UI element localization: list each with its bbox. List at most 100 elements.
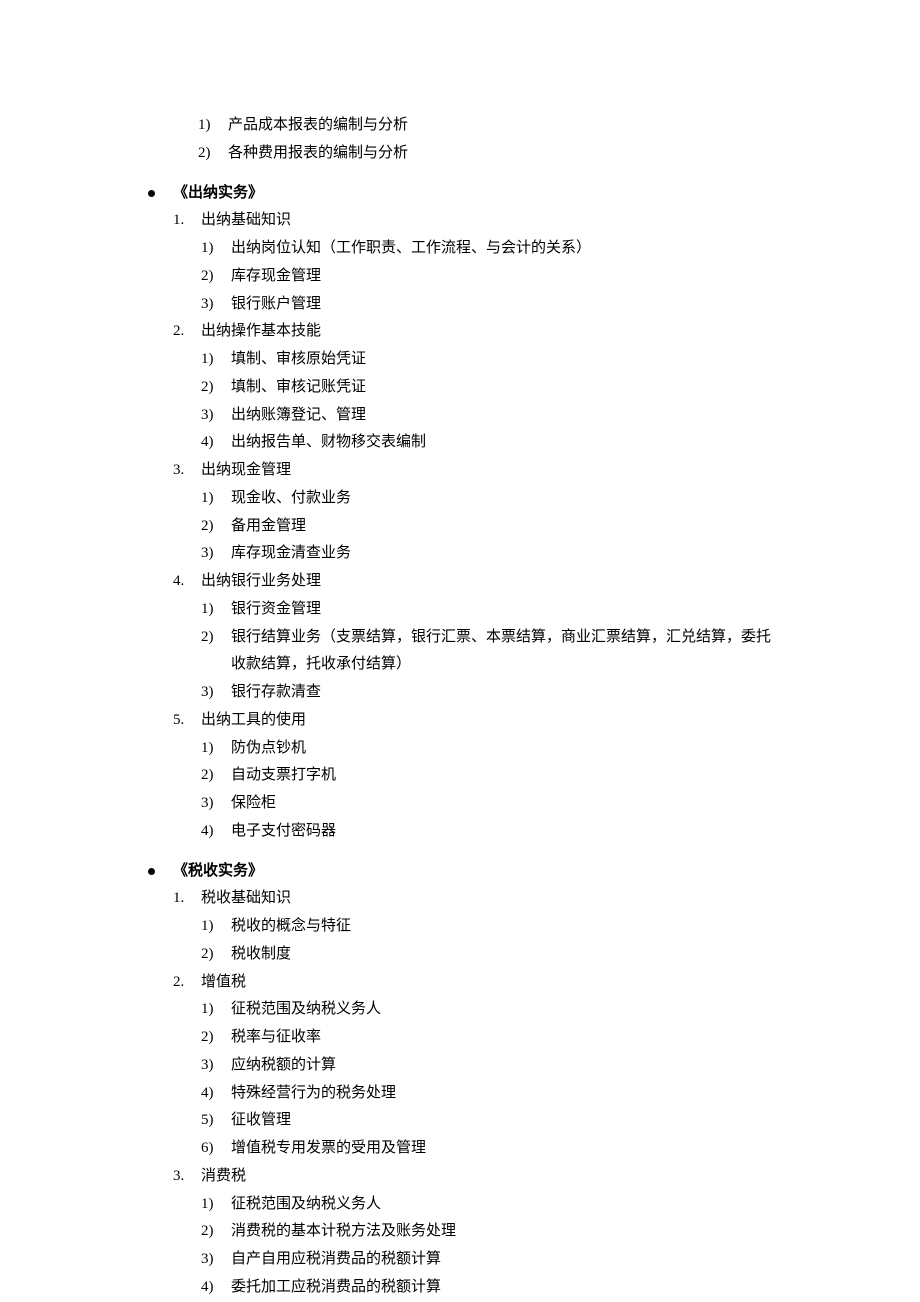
- l2-text: 征收管理: [231, 1107, 775, 1135]
- l2-text: 填制、审核原始凭证: [231, 346, 775, 374]
- l1-item: 1.税收基础知识: [173, 885, 775, 913]
- l2-num: 2): [201, 374, 231, 402]
- l2-item: 3)出纳账簿登记、管理: [201, 402, 775, 430]
- l1-item: 4.出纳银行业务处理: [173, 568, 775, 596]
- l1-text: 增值税: [201, 969, 246, 997]
- l2-item: 1)银行资金管理: [201, 596, 775, 624]
- l2-num: 1): [201, 485, 231, 513]
- l2-text: 出纳岗位认知（工作职责、工作流程、与会计的关系）: [231, 235, 775, 263]
- l2-item: 3)应纳税额的计算: [201, 1052, 775, 1080]
- l2-list: 1)征税范围及纳税义务人2)消费税的基本计税方法及账务处理3)自产自用应税消费品…: [145, 1191, 775, 1302]
- l2-text: 库存现金管理: [231, 263, 775, 291]
- pre-item-text: 产品成本报表的编制与分析: [228, 112, 775, 140]
- l2-text: 税率与征收率: [231, 1024, 775, 1052]
- section: 《出纳实务》1.出纳基础知识1)出纳岗位认知（工作职责、工作流程、与会计的关系）…: [145, 180, 775, 846]
- l2-num: 3): [201, 679, 231, 707]
- l1-text: 税收基础知识: [201, 885, 291, 913]
- bullet-icon: [148, 868, 155, 875]
- l1-item: 2.出纳操作基本技能: [173, 318, 775, 346]
- l2-item: 1)防伪点钞机: [201, 735, 775, 763]
- l2-text: 银行存款清查: [231, 679, 775, 707]
- l2-num: 3): [201, 291, 231, 319]
- l2-num: 1): [201, 235, 231, 263]
- section: 《税收实务》1.税收基础知识1)税收的概念与特征2)税收制度2.增值税1)征税范…: [145, 858, 775, 1302]
- section-title: 《出纳实务》: [173, 180, 263, 208]
- l2-text: 征税范围及纳税义务人: [231, 996, 775, 1024]
- pre-item-text: 各种费用报表的编制与分析: [228, 140, 775, 168]
- l2-text: 特殊经营行为的税务处理: [231, 1080, 775, 1108]
- l2-num: 6): [201, 1135, 231, 1163]
- l1-item-wrap: 3.消费税: [145, 1163, 775, 1191]
- l1-num: 1.: [173, 207, 201, 235]
- l2-text: 出纳报告单、财物移交表编制: [231, 429, 775, 457]
- l1-text: 出纳现金管理: [201, 457, 291, 485]
- l2-text: 应纳税额的计算: [231, 1052, 775, 1080]
- l2-num: 3): [201, 1246, 231, 1274]
- l2-num: 1): [201, 1191, 231, 1219]
- l1-item: 5.出纳工具的使用: [173, 707, 775, 735]
- l2-num: 2): [201, 263, 231, 291]
- l1-item-wrap: 4.出纳银行业务处理: [145, 568, 775, 596]
- l1-text: 出纳操作基本技能: [201, 318, 321, 346]
- l2-num: 3): [201, 402, 231, 430]
- section-head: 《税收实务》: [145, 858, 775, 886]
- l1-text: 出纳基础知识: [201, 207, 291, 235]
- l2-item: 4)特殊经营行为的税务处理: [201, 1080, 775, 1108]
- l2-item: 3)库存现金清查业务: [201, 540, 775, 568]
- l1-num: 2.: [173, 969, 201, 997]
- l2-text: 电子支付密码器: [231, 818, 775, 846]
- pre-items-block: 1)产品成本报表的编制与分析2)各种费用报表的编制与分析: [145, 112, 775, 168]
- l1-item-wrap: 2.出纳操作基本技能: [145, 318, 775, 346]
- l2-list: 1)防伪点钞机2)自动支票打字机3)保险柜4)电子支付密码器: [145, 735, 775, 846]
- l2-text: 填制、审核记账凭证: [231, 374, 775, 402]
- l2-list: 1)现金收、付款业务2)备用金管理3)库存现金清查业务: [145, 485, 775, 568]
- l1-item: 2.增值税: [173, 969, 775, 997]
- l1-item: 3.出纳现金管理: [173, 457, 775, 485]
- l2-text: 防伪点钞机: [231, 735, 775, 763]
- section-title: 《税收实务》: [173, 858, 263, 886]
- l2-item: 3)自产自用应税消费品的税额计算: [201, 1246, 775, 1274]
- l2-item: 4)委托加工应税消费品的税额计算: [201, 1274, 775, 1302]
- l2-item: 1)征税范围及纳税义务人: [201, 1191, 775, 1219]
- l2-num: 4): [201, 818, 231, 846]
- pre-item-num: 2): [198, 140, 228, 168]
- l2-item: 2)填制、审核记账凭证: [201, 374, 775, 402]
- l2-text: 委托加工应税消费品的税额计算: [231, 1274, 775, 1302]
- l2-num: 1): [201, 996, 231, 1024]
- l2-text: 保险柜: [231, 790, 775, 818]
- l2-item: 3)银行账户管理: [201, 291, 775, 319]
- l1-num: 4.: [173, 568, 201, 596]
- l2-item: 1)税收的概念与特征: [201, 913, 775, 941]
- l2-text: 征税范围及纳税义务人: [231, 1191, 775, 1219]
- l2-text: 库存现金清查业务: [231, 540, 775, 568]
- l2-list: 1)出纳岗位认知（工作职责、工作流程、与会计的关系）2)库存现金管理3)银行账户…: [145, 235, 775, 318]
- l2-item: 2)税率与征收率: [201, 1024, 775, 1052]
- l2-text: 自动支票打字机: [231, 762, 775, 790]
- l1-num: 3.: [173, 1163, 201, 1191]
- l2-list: 1)填制、审核原始凭证2)填制、审核记账凭证3)出纳账簿登记、管理4)出纳报告单…: [145, 346, 775, 457]
- l1-item-wrap: 5.出纳工具的使用: [145, 707, 775, 735]
- l1-item: 1.出纳基础知识: [173, 207, 775, 235]
- l2-num: 2): [201, 624, 231, 680]
- l2-text: 税收的概念与特征: [231, 913, 775, 941]
- l2-item: 2)库存现金管理: [201, 263, 775, 291]
- l2-num: 3): [201, 790, 231, 818]
- l2-text: 消费税的基本计税方法及账务处理: [231, 1218, 775, 1246]
- l1-text: 出纳工具的使用: [201, 707, 306, 735]
- l2-num: 2): [201, 513, 231, 541]
- l2-num: 2): [201, 762, 231, 790]
- l2-text: 银行账户管理: [231, 291, 775, 319]
- l2-item: 4)出纳报告单、财物移交表编制: [201, 429, 775, 457]
- l2-num: 2): [201, 1024, 231, 1052]
- l1-item-wrap: 2.增值税: [145, 969, 775, 997]
- l2-item: 2)消费税的基本计税方法及账务处理: [201, 1218, 775, 1246]
- bullet-icon: [148, 190, 155, 197]
- pre-item: 1)产品成本报表的编制与分析: [198, 112, 775, 140]
- l2-item: 2)自动支票打字机: [201, 762, 775, 790]
- l2-num: 5): [201, 1107, 231, 1135]
- l2-item: 6)增值税专用发票的受用及管理: [201, 1135, 775, 1163]
- l2-num: 4): [201, 1274, 231, 1302]
- l1-item-wrap: 1.税收基础知识: [145, 885, 775, 913]
- l2-text: 现金收、付款业务: [231, 485, 775, 513]
- l2-list: 1)征税范围及纳税义务人2)税率与征收率3)应纳税额的计算4)特殊经营行为的税务…: [145, 996, 775, 1163]
